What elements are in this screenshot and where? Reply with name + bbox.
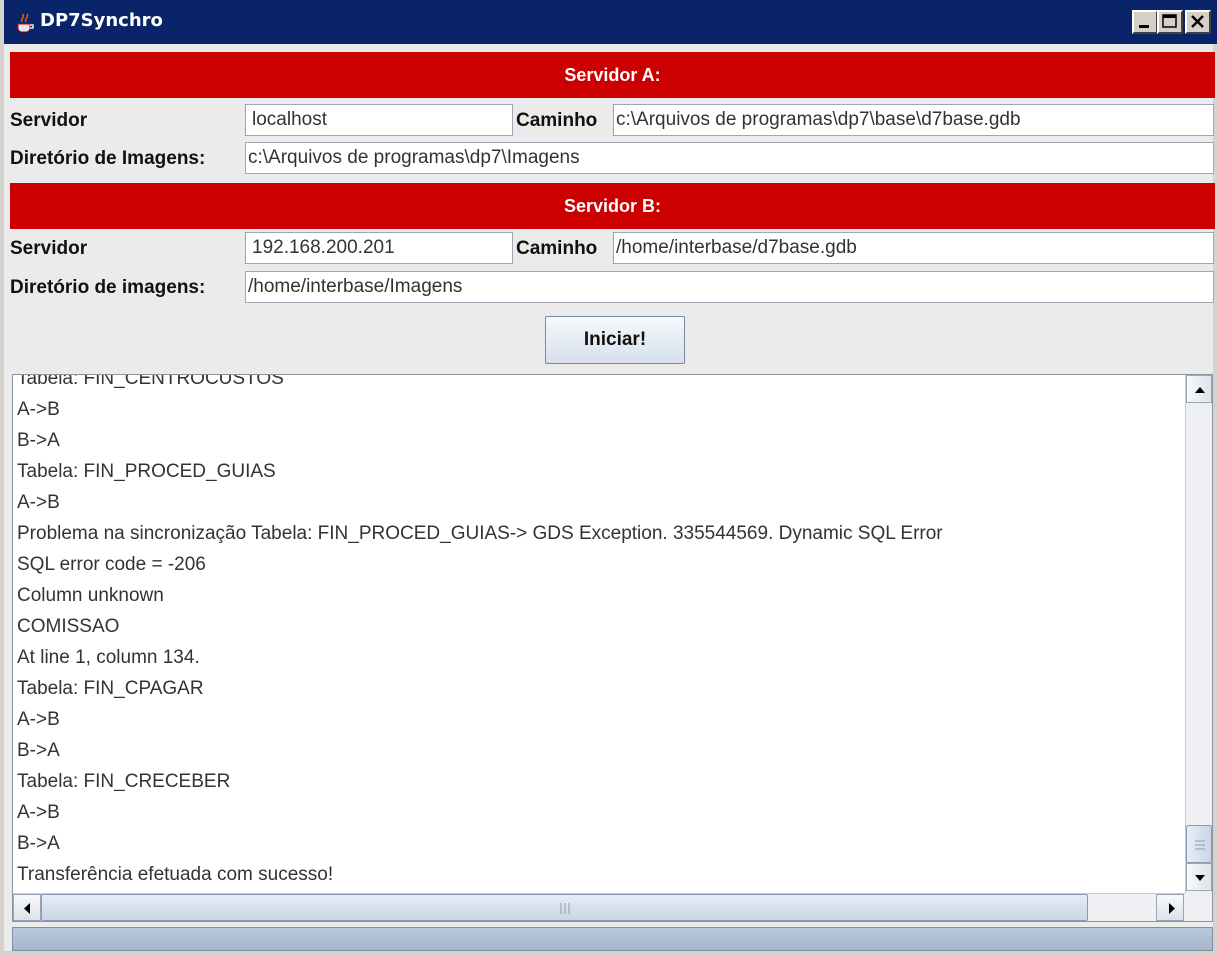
- log-line: At line 1, column 134.: [17, 647, 200, 668]
- server-a-images-input[interactable]: c:\Arquivos de programas\dp7\Imagens: [245, 142, 1214, 174]
- log-line: SQL error code = -206: [17, 554, 206, 575]
- scroll-down-button[interactable]: [1186, 863, 1212, 891]
- log-lines: Tabela: FIN_CENTROCUSTOS A->B B->A Tabela: …: [17, 374, 1187, 890]
- log-line: Tabela: FIN_CRECEBER: [17, 771, 231, 792]
- scroll-up-button[interactable]: [1186, 375, 1212, 403]
- log-line: A->B: [17, 492, 60, 513]
- server-b-header: Servidor B:: [10, 183, 1215, 229]
- close-button[interactable]: [1185, 10, 1211, 34]
- server-a-server-label: Servidor: [10, 110, 88, 131]
- scroll-corner: [1185, 893, 1212, 921]
- vertical-scroll-thumb[interactable]: [1186, 825, 1212, 863]
- log-line: Tabela: FIN_CENTROCUSTOS: [17, 374, 284, 389]
- scroll-left-button[interactable]: [13, 894, 41, 921]
- log-line: Problema na sincronização Tabela: FIN_PR…: [17, 523, 943, 544]
- log-line: B->A: [17, 740, 60, 761]
- server-a-header: Servidor A:: [10, 52, 1215, 98]
- log-output-area[interactable]: Tabela: FIN_CENTROCUSTOS A->B B->A Tabela: …: [12, 374, 1213, 922]
- server-a-path-input[interactable]: c:\Arquivos de programas\dp7\base\d7base…: [613, 104, 1214, 136]
- start-button[interactable]: Iniciar!: [545, 316, 685, 364]
- log-line: B->A: [17, 833, 60, 854]
- log-line: Column unknown: [17, 585, 164, 606]
- title-bar[interactable]: DP7Synchro: [4, 0, 1217, 44]
- server-b-path-input[interactable]: /home/interbase/d7base.gdb: [613, 232, 1214, 264]
- log-line: A->B: [17, 399, 60, 420]
- vertical-scrollbar[interactable]: [1185, 375, 1212, 893]
- log-line: A->B: [17, 709, 60, 730]
- server-a-path-label: Caminho: [516, 110, 598, 131]
- server-b-path-label: Caminho: [516, 238, 598, 259]
- log-line: B->A: [17, 430, 60, 451]
- log-line: Tabela: FIN_CPAGAR: [17, 678, 204, 699]
- server-a-images-label: Diretório de Imagens:: [10, 148, 206, 169]
- server-b-server-input[interactable]: 192.168.200.201: [245, 232, 513, 264]
- app-window: DP7Synchro Servidor A: Servidor localhos…: [0, 0, 1217, 955]
- java-cup-icon: [14, 10, 36, 34]
- status-bar: [12, 927, 1213, 951]
- log-line: A->B: [17, 802, 60, 823]
- server-b-images-input[interactable]: /home/interbase/Imagens: [245, 271, 1214, 303]
- server-a-server-input[interactable]: localhost: [245, 104, 513, 136]
- horizontal-scrollbar[interactable]: [13, 893, 1185, 921]
- log-line: Tabela: FIN_PROCED_GUIAS: [17, 461, 276, 482]
- log-line: COMISSAO: [17, 616, 120, 637]
- window-title: DP7Synchro: [40, 10, 163, 31]
- server-b-images-label: Diretório de imagens:: [10, 277, 206, 298]
- maximize-button[interactable]: [1157, 10, 1183, 34]
- log-line: Transferência efetuada com sucesso!: [17, 864, 334, 885]
- scroll-right-button[interactable]: [1156, 894, 1184, 921]
- minimize-button[interactable]: [1132, 10, 1158, 34]
- server-b-server-label: Servidor: [10, 238, 88, 259]
- horizontal-scroll-thumb[interactable]: [41, 894, 1088, 921]
